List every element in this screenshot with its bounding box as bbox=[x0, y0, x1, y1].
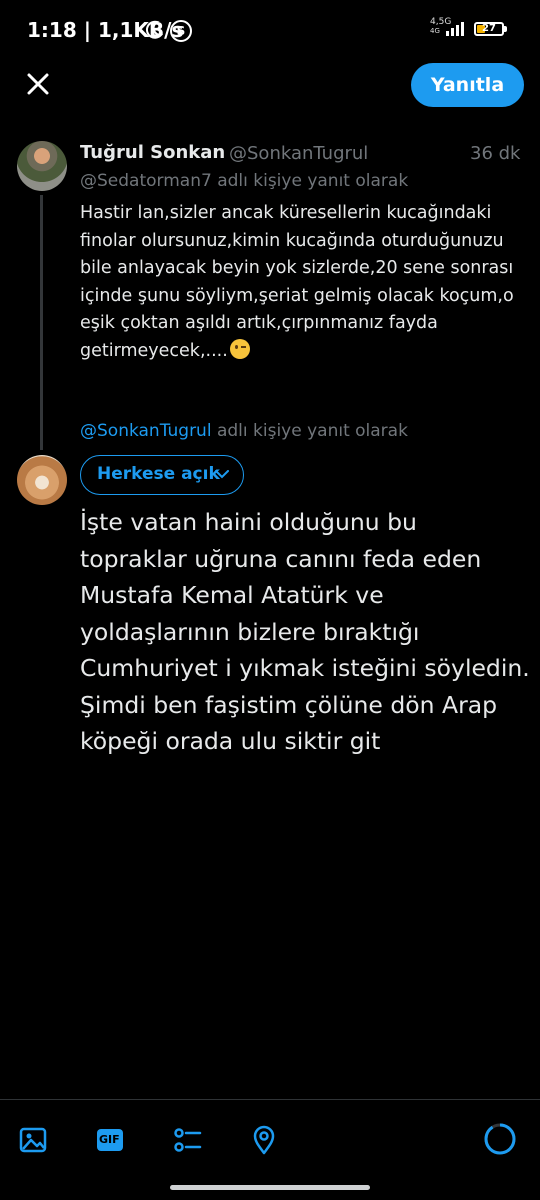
tweet-time: 36 dk bbox=[470, 143, 521, 164]
s-badge-icon: S bbox=[170, 20, 192, 42]
home-indicator[interactable] bbox=[170, 1185, 370, 1190]
gif-icon[interactable]: GIF bbox=[94, 1124, 126, 1156]
reply-mention: @Sedatorman7 bbox=[80, 171, 212, 191]
author-name: Tuğrul Sonkan bbox=[80, 142, 226, 163]
reply-context: @Sedatorman7 adlı kişiye yanıt olarak bbox=[80, 171, 408, 191]
audience-selector[interactable]: Herkese açık bbox=[80, 455, 244, 495]
moon-icon bbox=[146, 20, 163, 39]
toolbar-divider bbox=[0, 1099, 540, 1100]
status-bar: 1:18 | 1,1KB/s S 4,5G 4G 27 bbox=[0, 0, 540, 60]
close-icon[interactable] bbox=[24, 70, 52, 98]
winking-face-icon bbox=[229, 338, 250, 359]
tweet-body: Hastir lan,sizler ancak küresellerin kuc… bbox=[80, 200, 520, 365]
compose-reply-suffix: adlı kişiye yanıt olarak bbox=[211, 421, 408, 441]
reply-context-suffix: adlı kişiye yanıt olarak bbox=[211, 171, 409, 191]
battery-cap bbox=[504, 26, 507, 32]
image-icon[interactable] bbox=[17, 1124, 49, 1156]
gif-label: GIF bbox=[99, 1133, 120, 1146]
thread-line bbox=[40, 195, 43, 450]
user-avatar[interactable] bbox=[17, 455, 67, 505]
reply-button[interactable]: Yanıtla bbox=[411, 63, 524, 107]
compose-textarea[interactable]: İşte vatan haini olduğunu bu topraklar u… bbox=[80, 504, 530, 760]
signal-icon bbox=[446, 22, 464, 36]
battery-level: 27 bbox=[482, 23, 496, 34]
battery-icon: 27 bbox=[474, 22, 504, 36]
chevron-down-icon bbox=[215, 470, 229, 479]
compose-reply-context: @SonkanTugrul adlı kişiye yanıt olarak bbox=[80, 421, 408, 441]
character-count-ring bbox=[484, 1123, 516, 1155]
compose-reply-mention[interactable]: @SonkanTugrul bbox=[80, 421, 212, 441]
poll-icon[interactable] bbox=[171, 1124, 203, 1156]
audience-label: Herkese açık bbox=[97, 464, 220, 484]
avatar[interactable] bbox=[17, 141, 67, 191]
author-handle: @SonkanTugrul bbox=[229, 143, 369, 164]
tweet-body-text: Hastir lan,sizler ancak küresellerin kuc… bbox=[80, 203, 520, 361]
location-icon[interactable] bbox=[248, 1124, 280, 1156]
